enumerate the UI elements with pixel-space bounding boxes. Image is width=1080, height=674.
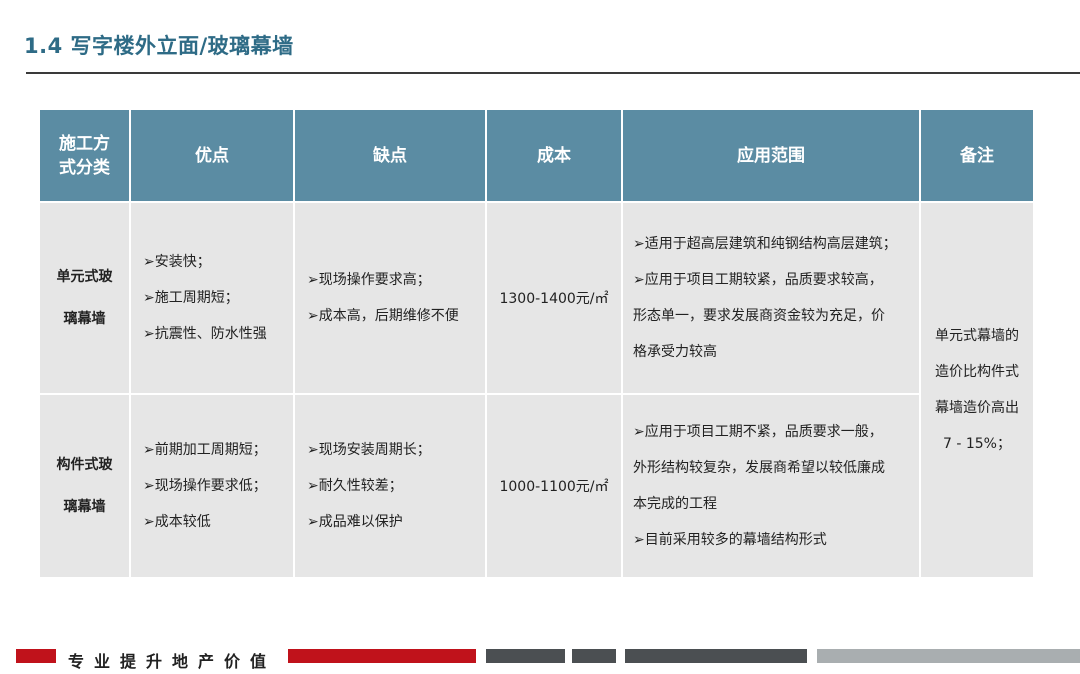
footer-slogan: 专业提升地产价值 <box>68 652 277 671</box>
list-item: 形态单一，要求发展商资金较为充足，价 <box>633 308 885 324</box>
list-item: ➢抗震性、防水性强 <box>143 326 267 342</box>
header-cost: 成本 <box>485 108 623 203</box>
footer-dark-bar <box>572 649 616 663</box>
cons-cell: ➢现场安装周期长； ➢耐久性较差； ➢成品难以保护 <box>293 393 487 579</box>
header-range: 应用范围 <box>621 108 921 203</box>
cost-cell: 1300-1400元/㎡ <box>485 201 623 395</box>
note-line: 单元式幕墙的 <box>935 328 1019 344</box>
page-title: 1.4 写字楼外立面/玻璃幕墙 <box>24 34 294 58</box>
list-item: ➢现场操作要求高； <box>307 272 431 288</box>
footer-dark-bar <box>486 649 565 663</box>
footer-red-bar <box>288 649 476 663</box>
list-item: ➢应用于项目工期不紧，品质要求一般， <box>633 424 883 440</box>
range-cell: ➢应用于项目工期不紧，品质要求一般， 外形结构较复杂，发展商希望以较低廉成 本完… <box>621 393 921 579</box>
list-item: 本完成的工程 <box>633 496 717 512</box>
range-cell: ➢适用于超高层建筑和纯钢结构高层建筑； ➢应用于项目工期较紧，品质要求较高， 形… <box>621 201 921 395</box>
title-divider <box>26 72 1080 74</box>
list-item: ➢前期加工周期短； <box>143 442 267 458</box>
header-cons: 缺点 <box>293 108 487 203</box>
list-item: ➢应用于项目工期较紧，品质要求较高， <box>633 272 883 288</box>
note-line: 幕墙造价高出 <box>935 400 1019 416</box>
list-item: 格承受力较高 <box>633 344 717 360</box>
pros-cell: ➢安装快； ➢施工周期短； ➢抗震性、防水性强 <box>129 201 295 395</box>
list-item: ➢耐久性较差； <box>307 478 403 494</box>
list-item: ➢安装快； <box>143 254 211 270</box>
list-item: ➢施工周期短； <box>143 290 239 306</box>
list-item: 外形结构较复杂，发展商希望以较低廉成 <box>633 460 885 476</box>
cost-cell: 1000-1100元/㎡ <box>485 393 623 579</box>
footer-dark-bar <box>625 649 807 663</box>
note-cell: 单元式幕墙的 造价比构件式 幕墙造价高出 7 - 15%； <box>919 201 1035 579</box>
table-header-row: 施工方 式分类 优点 缺点 成本 应用范围 备注 <box>38 108 1035 203</box>
header-method: 施工方 式分类 <box>38 108 131 203</box>
footer-gray-bar <box>817 649 1080 663</box>
note-line: 7 - 15%； <box>943 436 1011 452</box>
note-line: 造价比构件式 <box>935 364 1019 380</box>
category-cell: 单元式玻 璃幕墙 <box>38 201 131 395</box>
list-item: ➢成品难以保护 <box>307 514 403 530</box>
list-item: ➢目前采用较多的幕墙结构形式 <box>633 532 827 548</box>
list-item: ➢成本较低 <box>143 514 211 530</box>
list-item: ➢成本高，后期维修不便 <box>307 308 459 324</box>
list-item: ➢适用于超高层建筑和纯钢结构高层建筑； <box>633 236 897 252</box>
header-note: 备注 <box>919 108 1035 203</box>
list-item: ➢现场操作要求低； <box>143 478 267 494</box>
comparison-table: 施工方 式分类 优点 缺点 成本 应用范围 备注 单元式玻 璃幕墙 ➢安装快； … <box>38 108 1035 579</box>
category-cell: 构件式玻 璃幕墙 <box>38 393 131 579</box>
table-row: 单元式玻 璃幕墙 ➢安装快； ➢施工周期短； ➢抗震性、防水性强 ➢现场操作要求… <box>38 201 1035 579</box>
pros-cell: ➢前期加工周期短； ➢现场操作要求低； ➢成本较低 <box>129 393 295 579</box>
table-row: 构件式玻 璃幕墙 ➢前期加工周期短； ➢现场操作要求低； ➢成本较低 ➢现场安装… <box>38 393 1034 579</box>
header-pros: 优点 <box>129 108 295 203</box>
list-item: ➢现场安装周期长； <box>307 442 431 458</box>
footer-red-bar-left <box>16 649 56 663</box>
cons-cell: ➢现场操作要求高； ➢成本高，后期维修不便 <box>293 201 487 395</box>
